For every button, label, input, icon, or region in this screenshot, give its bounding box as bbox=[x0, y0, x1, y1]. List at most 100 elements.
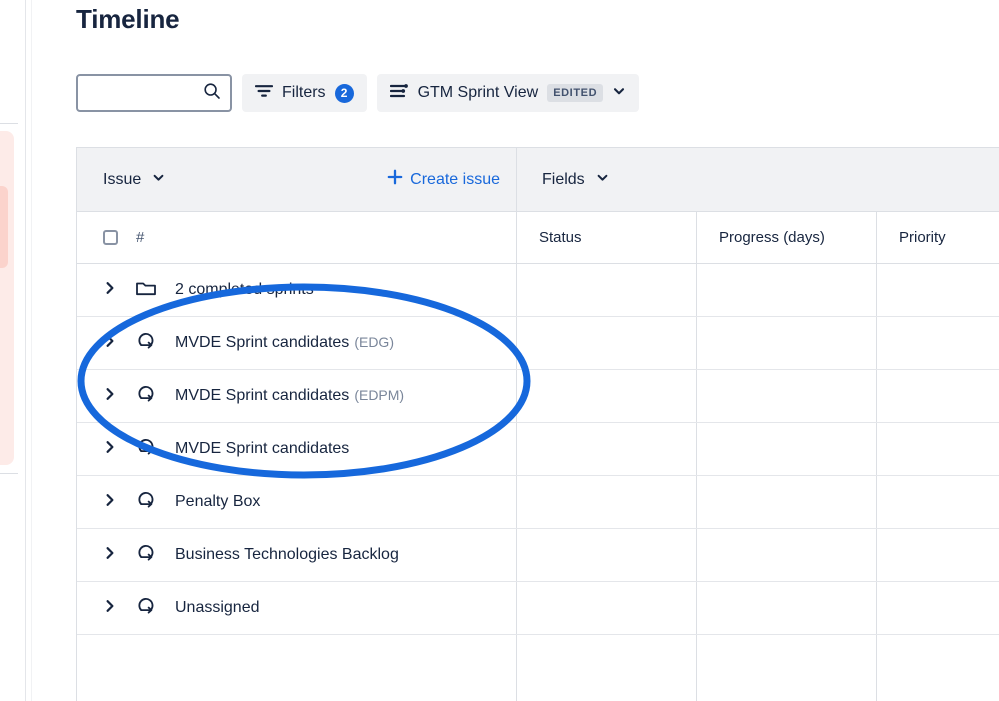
row-cell-priority[interactable] bbox=[877, 370, 999, 422]
select-all-checkbox[interactable] bbox=[103, 230, 118, 245]
row-title: Unassigned bbox=[175, 599, 260, 616]
row-cell-status[interactable] bbox=[517, 582, 697, 634]
column-header-hash: # bbox=[136, 229, 145, 246]
timeline-page: Timeline Filters 2 GTM Sprint View EDITE… bbox=[0, 0, 999, 701]
issue-group-header: Issue Create issue bbox=[77, 148, 517, 211]
row-cell-progress[interactable] bbox=[697, 529, 877, 581]
row-cell-status[interactable] bbox=[517, 476, 697, 528]
row-cell-issue: MVDE Sprint candidates (EDG) bbox=[77, 317, 517, 369]
row-cell-issue: MVDE Sprint candidates (EDPM) bbox=[77, 370, 517, 422]
table-row[interactable]: Business Technologies Backlog bbox=[77, 529, 999, 582]
row-cell-status[interactable] bbox=[517, 317, 697, 369]
column-header-issue: # bbox=[77, 212, 517, 263]
row-cell-status[interactable] bbox=[517, 423, 697, 475]
expand-chevron-icon[interactable] bbox=[103, 599, 117, 618]
fields-group-label: Fields bbox=[542, 170, 585, 188]
row-cell-progress[interactable] bbox=[697, 370, 877, 422]
expand-chevron-icon[interactable] bbox=[103, 546, 117, 565]
row-cell-priority[interactable] bbox=[877, 264, 999, 316]
filler-cell-priority bbox=[877, 635, 999, 701]
fields-group-dropdown[interactable]: Fields bbox=[542, 171, 609, 189]
column-header-priority[interactable]: Priority bbox=[877, 212, 999, 263]
table-row[interactable]: Penalty Box bbox=[77, 476, 999, 529]
row-suffix: (EDPM) bbox=[354, 387, 405, 403]
toolbar: Filters 2 GTM Sprint View EDITED bbox=[76, 73, 640, 113]
row-cell-progress[interactable] bbox=[697, 476, 877, 528]
row-cell-issue: 2 completed sprints bbox=[77, 264, 517, 316]
sprint-icon bbox=[135, 489, 157, 516]
view-name-label: GTM Sprint View bbox=[417, 84, 539, 101]
row-cell-progress[interactable] bbox=[697, 264, 877, 316]
column-header-progress-label: Progress (days) bbox=[719, 229, 825, 246]
main-content: Timeline Filters 2 GTM Sprint View EDITE… bbox=[32, 0, 999, 701]
filters-label: Filters bbox=[282, 84, 326, 101]
row-cell-priority[interactable] bbox=[877, 317, 999, 369]
table-body: 2 completed sprints MVDE Sprint candidate… bbox=[77, 264, 999, 635]
left-edge-panel bbox=[0, 0, 24, 701]
expand-chevron-icon[interactable] bbox=[103, 387, 117, 406]
sprint-icon bbox=[135, 542, 157, 569]
filler-cell-issue bbox=[77, 635, 517, 701]
sprint-icon bbox=[135, 595, 157, 622]
table-row[interactable]: MVDE Sprint candidates (EDPM) bbox=[77, 370, 999, 423]
expand-chevron-icon[interactable] bbox=[103, 493, 117, 512]
sprint-icon bbox=[135, 436, 157, 463]
row-cell-status[interactable] bbox=[517, 264, 697, 316]
chevron-down-icon bbox=[596, 171, 609, 189]
view-settings-icon bbox=[389, 83, 409, 104]
row-cell-progress[interactable] bbox=[697, 582, 877, 634]
view-selector-button[interactable]: GTM Sprint View EDITED bbox=[376, 74, 640, 112]
column-header-row: # Status Progress (days) Priority bbox=[77, 212, 999, 264]
column-header-status-label: Status bbox=[539, 229, 582, 246]
plus-icon bbox=[387, 169, 403, 190]
row-title: MVDE Sprint candidates (EDPM) bbox=[175, 387, 405, 404]
panel-divider bbox=[25, 0, 26, 701]
expand-chevron-icon[interactable] bbox=[103, 334, 117, 353]
search-icon bbox=[203, 82, 221, 105]
table-row[interactable]: 2 completed sprints bbox=[77, 264, 999, 317]
column-header-progress[interactable]: Progress (days) bbox=[697, 212, 877, 263]
issues-table: Issue Create issue Fields # Status Progr… bbox=[76, 147, 999, 701]
search-input[interactable] bbox=[87, 84, 203, 102]
chevron-down-icon bbox=[152, 171, 165, 189]
row-cell-progress[interactable] bbox=[697, 423, 877, 475]
table-row[interactable]: MVDE Sprint candidates bbox=[77, 423, 999, 476]
row-title: Penalty Box bbox=[175, 493, 261, 510]
row-title: MVDE Sprint candidates (EDG) bbox=[175, 334, 394, 351]
table-row[interactable]: MVDE Sprint candidates (EDG) bbox=[77, 317, 999, 370]
expand-chevron-icon[interactable] bbox=[103, 440, 117, 459]
expand-chevron-icon[interactable] bbox=[103, 281, 117, 300]
filler-cell-status bbox=[517, 635, 697, 701]
chevron-down-icon bbox=[612, 84, 626, 103]
folder-icon bbox=[135, 278, 157, 303]
row-cell-status[interactable] bbox=[517, 529, 697, 581]
row-cell-status[interactable] bbox=[517, 370, 697, 422]
issue-group-label: Issue bbox=[103, 170, 142, 188]
left-partial-card-inner bbox=[0, 186, 8, 268]
left-partial-card[interactable] bbox=[0, 131, 14, 465]
filters-button[interactable]: Filters 2 bbox=[242, 74, 367, 112]
row-cell-priority[interactable] bbox=[877, 423, 999, 475]
row-title: 2 completed sprints bbox=[175, 281, 314, 298]
search-box[interactable] bbox=[76, 74, 232, 112]
table-empty-filler bbox=[77, 635, 999, 701]
page-title: Timeline bbox=[76, 4, 180, 34]
create-issue-button[interactable]: Create issue bbox=[387, 169, 500, 190]
row-suffix: (EDG) bbox=[354, 334, 394, 350]
row-cell-progress[interactable] bbox=[697, 317, 877, 369]
filler-cell-progress bbox=[697, 635, 877, 701]
row-title: MVDE Sprint candidates bbox=[175, 440, 350, 457]
issue-group-dropdown[interactable]: Issue bbox=[103, 171, 165, 189]
create-issue-label: Create issue bbox=[410, 170, 500, 188]
table-row[interactable]: Unassigned bbox=[77, 582, 999, 635]
row-cell-priority[interactable] bbox=[877, 582, 999, 634]
column-header-status[interactable]: Status bbox=[517, 212, 697, 263]
row-cell-priority[interactable] bbox=[877, 529, 999, 581]
row-cell-issue: Penalty Box bbox=[77, 476, 517, 528]
row-cell-priority[interactable] bbox=[877, 476, 999, 528]
filters-count-badge: 2 bbox=[334, 83, 354, 103]
fields-group-header: Fields bbox=[517, 148, 999, 211]
row-cell-issue: MVDE Sprint candidates bbox=[77, 423, 517, 475]
table-group-header: Issue Create issue Fields bbox=[77, 148, 999, 212]
row-title: Business Technologies Backlog bbox=[175, 546, 399, 563]
